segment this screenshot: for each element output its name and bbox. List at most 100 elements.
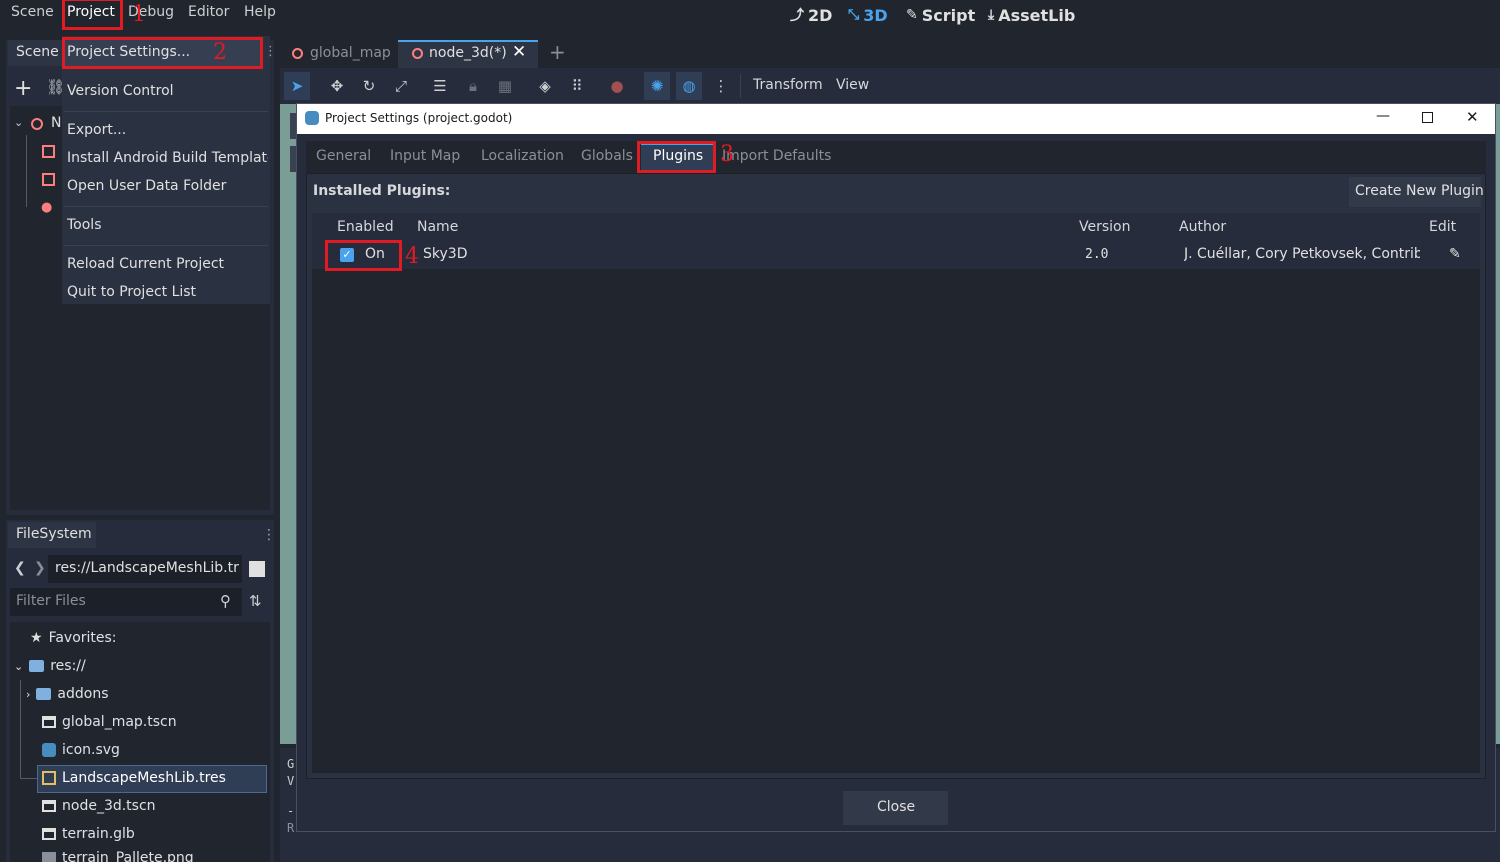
- scene-file-icon: [42, 828, 56, 840]
- res-root-row[interactable]: ⌄ res://: [14, 658, 86, 674]
- editor-tab-node3d-label: node_3d(*): [429, 45, 507, 61]
- menu-item-reload-current-project[interactable]: Reload Current Project: [67, 256, 224, 272]
- minimize-icon[interactable]: —: [1376, 108, 1390, 124]
- more-options-icon[interactable]: ⋮: [711, 76, 731, 96]
- close-tab-icon[interactable]: ✕: [512, 42, 526, 62]
- file-row-node3d[interactable]: node_3d.tscn: [42, 798, 156, 814]
- tree-guide-line: [26, 135, 27, 207]
- menu-item-quit-to-project-list[interactable]: Quit to Project List: [67, 284, 196, 300]
- menu-item-open-user-data-folder[interactable]: Open User Data Folder: [67, 178, 226, 194]
- menu-scene[interactable]: Scene: [11, 0, 54, 28]
- workspace-3d-button[interactable]: ⤡ 3D: [848, 4, 888, 26]
- scene-tab-icon: [412, 48, 423, 59]
- list-select-icon[interactable]: ☰: [430, 76, 450, 96]
- annotation-box-3: [637, 141, 716, 173]
- column-enabled: Enabled: [337, 219, 394, 235]
- editor-tab-global-map-label: global_map: [310, 45, 391, 61]
- installed-plugins-label: Installed Plugins:: [313, 183, 451, 199]
- globe-icon: ◍: [682, 77, 696, 95]
- scene-file-icon: [42, 716, 56, 728]
- file-row-terrain-glb[interactable]: terrain.glb: [42, 826, 135, 842]
- tree-guide-line: [20, 778, 38, 779]
- maximize-icon[interactable]: [1422, 112, 1433, 123]
- output-char: V: [287, 774, 295, 788]
- output-char: R: [287, 821, 295, 835]
- snap-icon[interactable]: ⠿: [567, 76, 587, 96]
- tree-guide-line: [20, 680, 21, 778]
- godot-icon: [42, 743, 56, 757]
- close-window-icon[interactable]: ✕: [1466, 108, 1479, 126]
- filesystem-tab-label: FileSystem: [16, 526, 92, 542]
- star-icon: ★: [30, 630, 43, 646]
- output-char: -: [287, 804, 295, 818]
- rotate-icon[interactable]: ↻: [359, 76, 379, 96]
- tab-localization[interactable]: Localization: [481, 148, 564, 164]
- scene-tree-root-label[interactable]: N: [51, 115, 61, 131]
- tab-input-map[interactable]: Input Map: [390, 148, 460, 164]
- workspace-assetlib-button[interactable]: ⤓ AssetLib: [988, 4, 1075, 26]
- cube-icon[interactable]: ◈: [535, 76, 555, 96]
- scale-icon[interactable]: ⤢: [391, 76, 411, 96]
- camera-preview-icon[interactable]: ●: [607, 76, 627, 96]
- scene-file-icon: [42, 800, 56, 812]
- scene-dock-tab-label: Scene: [16, 44, 59, 60]
- group-icon[interactable]: ▦: [495, 76, 515, 96]
- column-author: Author: [1179, 219, 1227, 235]
- plugin-name: Sky3D: [423, 246, 468, 262]
- menu-separator: [64, 111, 268, 112]
- sort-icon[interactable]: ⇅: [249, 592, 262, 610]
- menubar: Scene Project Debug Editor Help ⤴ 2D ⤡ 3…: [0, 0, 1500, 30]
- dialog-title: Project Settings (project.godot): [325, 111, 513, 125]
- add-node-icon[interactable]: +: [14, 76, 32, 101]
- filesystem-menu-icon[interactable]: ⋮: [262, 527, 276, 543]
- toolbar-separator: [740, 74, 741, 98]
- tab-general[interactable]: General: [316, 148, 371, 164]
- menu-item-export[interactable]: Export...: [67, 122, 126, 138]
- plugin-version: 2.0: [1085, 247, 1109, 262]
- chevron-down-icon: ⌄: [14, 659, 24, 673]
- annotation-box-2: [62, 37, 263, 69]
- transform-menu[interactable]: Transform: [753, 77, 823, 93]
- scene-tab-icon: [292, 48, 303, 59]
- godot-app-icon: [305, 111, 319, 125]
- menu-editor[interactable]: Editor: [188, 0, 229, 28]
- column-name: Name: [417, 219, 459, 235]
- path-field-text: res://LandscapeMeshLib.tr: [55, 560, 239, 576]
- resource-icon: [42, 771, 56, 785]
- file-row-icon-svg[interactable]: icon.svg: [42, 742, 120, 758]
- menu-separator: [64, 206, 268, 207]
- filter-files-placeholder: Filter Files: [16, 593, 86, 609]
- lock-icon[interactable]: 🔒︎: [463, 76, 483, 96]
- file-row-addons[interactable]: › addons: [26, 686, 109, 702]
- menu-help[interactable]: Help: [244, 0, 276, 28]
- file-row-terrain-pallete[interactable]: terrain_Pallete.png: [42, 850, 194, 862]
- add-tab-icon[interactable]: +: [549, 40, 566, 64]
- assetlib-icon: ⤓: [988, 7, 995, 23]
- script-icon: ✎: [906, 7, 918, 23]
- file-row-landscapemeshlib[interactable]: LandscapeMeshLib.tres: [42, 770, 226, 786]
- menu-kebab-icon[interactable]: ⋮: [264, 44, 277, 59]
- favorites-row[interactable]: ★ Favorites:: [30, 630, 117, 646]
- tab-import-defaults[interactable]: Import Defaults: [722, 148, 831, 164]
- menu-item-version-control[interactable]: Version Control: [67, 83, 174, 99]
- move-icon[interactable]: ✥: [327, 76, 347, 96]
- sun-icon: ✺: [650, 77, 664, 95]
- annotation-box-1: [62, 0, 123, 30]
- split-view-icon[interactable]: [249, 561, 265, 577]
- view-menu[interactable]: View: [836, 77, 869, 93]
- workspace-2d-button[interactable]: ⤴ 2D: [790, 4, 832, 26]
- mesh-instance-icon: [42, 173, 55, 186]
- menu-separator: [64, 245, 268, 246]
- workspace-script-button[interactable]: ✎ Script: [906, 4, 975, 26]
- menu-item-install-android-build-template[interactable]: Install Android Build Template...: [67, 150, 268, 166]
- file-row-global-map[interactable]: global_map.tscn: [42, 714, 177, 730]
- forward-arrow-icon[interactable]: ❯: [34, 560, 46, 576]
- annotation-number-3: 3: [720, 142, 734, 167]
- menu-item-tools[interactable]: Tools: [67, 217, 102, 233]
- tab-globals[interactable]: Globals: [581, 148, 633, 164]
- back-arrow-icon[interactable]: ❮: [14, 560, 26, 576]
- viewport-3d[interactable]: [280, 104, 296, 744]
- plugin-author: J. Cuéllar, Cory Petkovsek, Contrib...: [1184, 246, 1420, 262]
- chevron-down-icon[interactable]: ⌄: [14, 116, 23, 129]
- edit-plugin-icon[interactable]: ✎: [1449, 246, 1461, 262]
